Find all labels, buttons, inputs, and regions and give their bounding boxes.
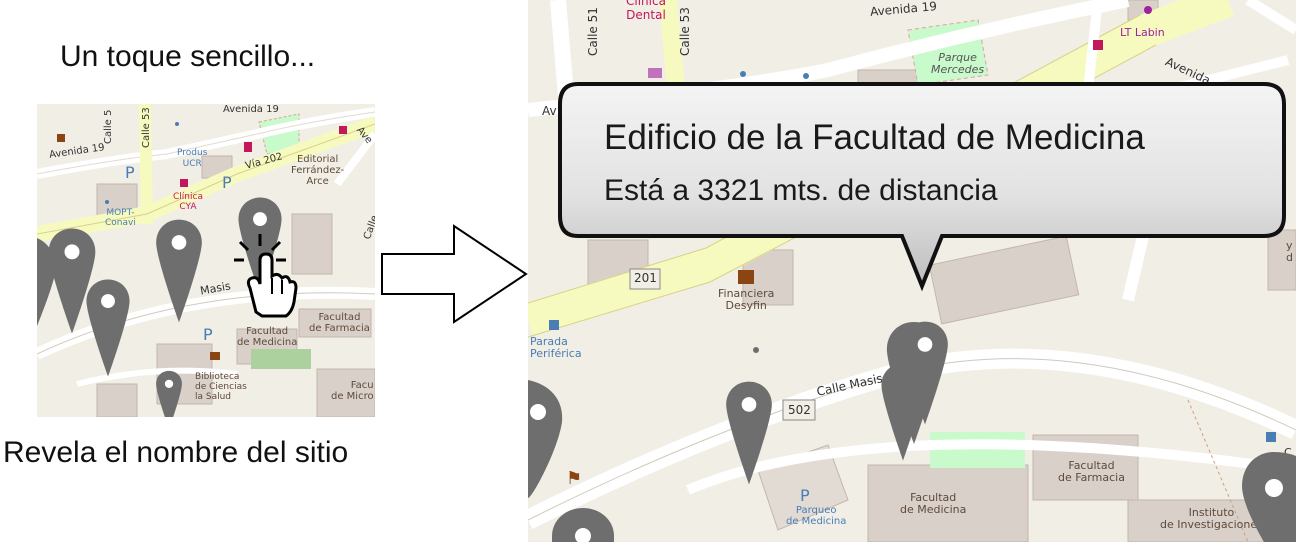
label-produs: Produs UCR xyxy=(177,148,207,170)
pushpin-marker-icon[interactable] xyxy=(135,370,203,417)
pushpin-marker-icon[interactable] xyxy=(1234,450,1296,542)
label-avenida19: Avenida 19 xyxy=(223,104,279,115)
label-lt-labin: LT Labin xyxy=(1120,26,1165,39)
label-financiera-2: Desyfin xyxy=(725,299,767,312)
label-clinica-2: CYA xyxy=(179,202,197,212)
label-facultad-farmacia-thumb-1: Facultad xyxy=(318,312,361,323)
caption-bottom: Revela el nombre del sitio xyxy=(3,436,349,469)
callout-title: Edificio de la Facultad de Medicina xyxy=(604,118,1145,157)
label-route502: 502 xyxy=(788,403,811,417)
label-facultad-farmacia-thumb-2: de Farmacia xyxy=(309,323,370,334)
label-facu-2: de Micro xyxy=(331,391,374,402)
pushpin-marker-icon[interactable] xyxy=(147,218,211,324)
label-parada: Parada Periférica xyxy=(530,336,582,360)
label-facultad-farmacia-2: de Farmacia xyxy=(1058,471,1125,484)
label-editorial-3: Arce xyxy=(306,176,329,187)
label-produs-1: Produs xyxy=(177,148,208,158)
label-av-left: Av xyxy=(542,104,557,118)
label-clinica: Clínica CYA xyxy=(173,192,203,212)
caption-top: Un toque sencillo... xyxy=(60,40,316,73)
label-clinica-dental-2: Dental xyxy=(626,8,666,22)
pushpin-marker-icon[interactable] xyxy=(712,380,786,486)
pushpin-marker-icon[interactable] xyxy=(37,238,57,328)
callout-subtitle: Está a 3321 mts. de distancia xyxy=(604,174,998,207)
label-parque-mercedes: Parque Mercedes xyxy=(931,52,984,76)
svg-text:⚑: ⚑ xyxy=(566,468,582,489)
pushpin-marker-icon[interactable] xyxy=(888,320,962,426)
map-thumbnail[interactable]: P P P Avenida 19 Calle 53 Calle 5 Avenid… xyxy=(37,104,375,417)
label-parqueo: Parqueo de Medicina xyxy=(786,505,846,527)
label-mopt-2: Conavi xyxy=(105,218,136,228)
right-arrow-icon xyxy=(381,224,528,324)
label-calle51: Calle 51 xyxy=(586,7,600,56)
label-clinica-1: Clínica xyxy=(173,192,203,202)
label-parque-mercedes-2: Mercedes xyxy=(931,63,985,76)
parking-icon: P xyxy=(800,486,810,505)
label-calle5: Calle 5 xyxy=(103,109,114,144)
label-facultad-medicina-2: de Medicina xyxy=(900,503,967,516)
label-mopt-1: MOPT- xyxy=(106,208,135,218)
svg-text:P: P xyxy=(125,163,135,182)
label-editorial-1: Editorial xyxy=(296,154,339,165)
pushpin-marker-icon[interactable] xyxy=(73,278,143,378)
label-facultad-farmacia: Facultad de Farmacia xyxy=(1058,460,1125,484)
label-facultad-medicina: Facultad de Medicina xyxy=(900,492,966,516)
label-editorial: Editorial Ferrández- Arce xyxy=(291,154,344,187)
label-facultad-medicina-thumb-2: de Medicina xyxy=(237,337,298,348)
pushpin-marker-icon[interactable] xyxy=(528,380,568,500)
label-facultad-medicina-thumb: Facultad de Medicina xyxy=(237,326,297,348)
label-mopt: MOPT- Conavi xyxy=(105,208,136,228)
pushpin-marker-icon[interactable] xyxy=(548,506,618,542)
label-editorial-2: Ferrández- xyxy=(291,165,345,176)
label-calle53-big: Calle 53 xyxy=(678,7,692,56)
label-clinica-dental: Clínica Dental xyxy=(626,0,666,22)
svg-text:P: P xyxy=(222,173,232,192)
label-facu: Facu de Micro xyxy=(331,380,374,402)
label-calle53: Calle 53 xyxy=(141,107,152,148)
label-facultad-farmacia-thumb: Facultad de Farmacia xyxy=(309,312,370,334)
label-produs-2: UCR xyxy=(182,159,202,169)
label-parqueo-2: de Medicina xyxy=(786,516,847,527)
label-parada-2: Periférica xyxy=(530,347,582,360)
svg-text:P: P xyxy=(203,325,213,344)
hand-tap-icon xyxy=(234,234,298,318)
label-facultad-medicina-thumb-1: Facultad xyxy=(246,326,289,337)
label-clinica-dental-1: Clínica xyxy=(626,0,666,8)
label-parqueo-1: Parqueo xyxy=(795,505,837,516)
label-facu-1: Facu xyxy=(350,380,374,391)
